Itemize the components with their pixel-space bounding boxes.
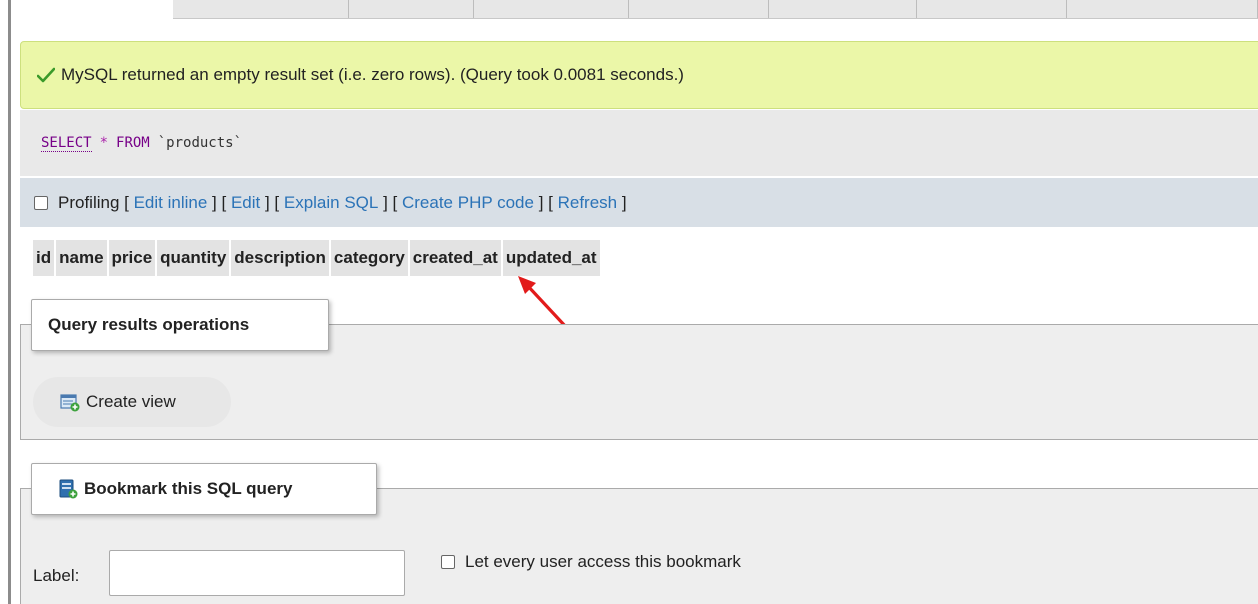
bookmark-label-text: Label: <box>33 566 80 585</box>
sql-query-display: SELECT * FROM `products` <box>20 110 1258 176</box>
bookmark-icon <box>59 479 78 499</box>
sql-table-name: `products` <box>157 135 243 151</box>
edit-link[interactable]: Edit <box>231 193 260 213</box>
profiling-checkbox[interactable] <box>34 195 48 210</box>
toolbar-segment <box>1067 0 1258 18</box>
success-message: MySQL returned an empty result set (i.e.… <box>20 41 1258 109</box>
bookmark-legend-text: Bookmark this SQL query <box>84 479 293 498</box>
toolbar-segment <box>173 0 349 18</box>
column-header-price[interactable]: price <box>108 240 158 276</box>
create-view-button[interactable]: Create view <box>33 377 231 427</box>
create-view-icon <box>60 394 80 412</box>
sql-star: * <box>99 135 109 151</box>
sql-from-keyword: FROM <box>116 135 150 151</box>
toolbar-segment <box>629 0 769 18</box>
phpmyadmin-result-page: MySQL returned an empty result set (i.e.… <box>0 0 1258 604</box>
sql-select-keyword[interactable]: SELECT <box>41 135 92 152</box>
bookmark-access-option: Let every user access this bookmark <box>441 552 741 572</box>
check-icon <box>37 67 55 83</box>
query-results-operations-legend: Query results operations <box>31 299 329 351</box>
create-view-label: Create view <box>86 392 176 411</box>
bookmark-label-input[interactable] <box>109 550 405 596</box>
success-message-text: MySQL returned an empty result set (i.e.… <box>61 65 684 84</box>
bookmark-access-checkbox[interactable] <box>441 555 455 569</box>
toolbar-segment <box>349 0 474 18</box>
toolbar-segment <box>917 0 1067 18</box>
toolbar-segment <box>769 0 917 18</box>
frame-border <box>8 0 11 604</box>
column-header-quantity[interactable]: quantity <box>157 240 232 276</box>
column-header-created-at[interactable]: created_at <box>409 240 503 276</box>
explain-sql-link[interactable]: Explain SQL <box>284 193 379 213</box>
top-toolbar-strip <box>173 0 1258 19</box>
profiling-label: Profiling <box>58 192 120 212</box>
column-header-name[interactable]: name <box>56 240 109 276</box>
create-php-code-link[interactable]: Create PHP code <box>402 193 534 213</box>
edit-inline-link[interactable]: Edit inline <box>134 193 208 213</box>
profiling-bar: Profiling [ Edit inline ] [ Edit ] [ Exp… <box>20 178 1258 227</box>
bookmark-access-label: Let every user access this bookmark <box>465 552 741 571</box>
bookmark-query-legend: Bookmark this SQL query <box>31 463 377 515</box>
column-header-category[interactable]: category <box>330 240 410 276</box>
column-header-description[interactable]: description <box>231 240 331 276</box>
refresh-link[interactable]: Refresh <box>558 193 618 213</box>
toolbar-segment <box>474 0 629 18</box>
column-header-id[interactable]: id <box>33 240 57 276</box>
